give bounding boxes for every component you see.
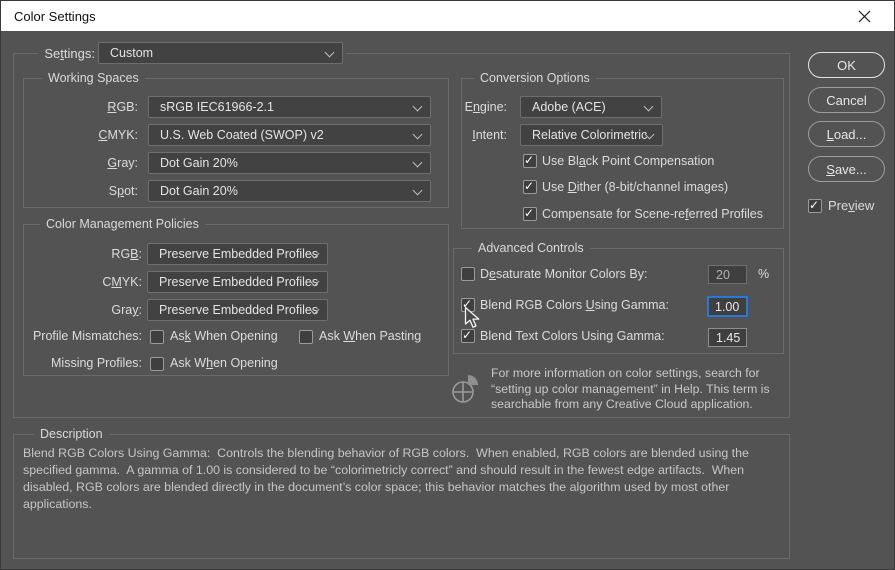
ask-when-pasting-checkbox[interactable]: ✓ [299, 330, 313, 344]
percent-label: % [758, 267, 770, 281]
preview-checkbox[interactable]: ✓ [808, 199, 822, 213]
title-bar: Color Settings [1, 1, 894, 31]
desaturate-checkbox[interactable]: ✓ [461, 267, 475, 281]
chevron-down-icon [412, 185, 423, 196]
close-icon [858, 10, 870, 22]
conversion-options-title: Conversion Options [474, 71, 596, 86]
gray-policy-select[interactable]: Preserve Embedded Profiles [147, 299, 328, 321]
cmyk-policy-select[interactable]: Preserve Embedded Profiles [147, 271, 328, 293]
mouse-cursor [464, 306, 480, 328]
scene-referred-label: Compensate for Scene-referred Profiles [542, 207, 763, 221]
use-dither-label: Use Dither (8-bit/channel images) [542, 180, 729, 194]
description-group: Description Blend RGB Colors Using Gamma… [13, 427, 790, 559]
cmyk-working-space-select[interactable]: U.S. Web Coated (SWOP) v2 [148, 124, 431, 146]
ask-when-opening-mismatch-checkbox[interactable]: ✓ [150, 330, 164, 344]
color-management-policies-group: Color Management Policies RGB: Preserve … [23, 217, 449, 376]
settings-row: Settings: Custom [37, 41, 347, 67]
load-button[interactable]: Load... [808, 121, 885, 147]
conversion-options-group: Conversion Options Engine: Adobe (ACE) I… [461, 71, 784, 229]
engine-select[interactable]: Adobe (ACE) [520, 96, 662, 118]
gray-working-space-select[interactable]: Dot Gain 20% [148, 152, 431, 174]
ask-when-pasting-label: Ask When Pasting [319, 329, 422, 343]
chevron-down-icon [412, 129, 423, 140]
preview-label: Preview [828, 198, 875, 213]
cmyk-policy-label: CMYK: [102, 275, 142, 289]
spot-working-space-label: Spot: [108, 184, 138, 198]
save-button[interactable]: Save... [808, 156, 885, 182]
settings-value: Custom [110, 46, 154, 60]
chevron-down-icon [324, 47, 335, 58]
rgb-working-space-select[interactable]: sRGB IEC61966-2.1 [148, 96, 431, 118]
check-icon: ✓ [809, 198, 820, 212]
info-text: For more information on color settings, … [491, 366, 770, 411]
advanced-controls-group: Advanced Controls ✓ Desaturate Monitor C… [453, 241, 784, 354]
policies-title: Color Management Policies [40, 217, 205, 232]
color-wheel-icon [452, 375, 478, 403]
chevron-down-icon [643, 101, 654, 112]
desaturate-percent-input[interactable]: 20 [708, 265, 747, 284]
scene-referred-checkbox[interactable]: ✓ [523, 207, 537, 221]
check-icon: ✓ [524, 179, 535, 193]
ok-button[interactable]: OK [808, 52, 885, 78]
chevron-down-icon [412, 101, 423, 112]
rgb-policy-label: RGB: [111, 247, 142, 261]
cancel-button[interactable]: Cancel [808, 87, 885, 113]
engine-label: Engine: [464, 100, 507, 114]
missing-profiles-label: Missing Profiles: [51, 356, 142, 370]
cmyk-working-space-label: CMYK: [98, 128, 138, 142]
close-button[interactable] [842, 1, 886, 31]
color-settings-dialog: Color Settings Settings: Custom Working … [0, 0, 895, 570]
description-title: Description [34, 427, 109, 442]
rgb-working-space-label: RGB: [107, 100, 138, 114]
use-dither-checkbox[interactable]: ✓ [523, 180, 537, 194]
working-spaces-group: Working Spaces RGB: sRGB IEC61966-2.1 CM… [23, 71, 449, 208]
gray-working-space-label: Gray: [107, 156, 138, 170]
blend-rgb-gamma-label: Blend RGB Colors Using Gamma: [480, 298, 669, 312]
settings-label: Settings: [44, 46, 95, 61]
settings-select[interactable]: Custom [98, 42, 343, 64]
black-point-compensation-checkbox[interactable]: ✓ [523, 154, 537, 168]
black-point-compensation-label: Use Black Point Compensation [542, 154, 715, 168]
description-text: Blend RGB Colors Using Gamma: Controls t… [23, 446, 753, 511]
check-icon: ✓ [462, 328, 473, 342]
ask-when-opening-missing-checkbox[interactable]: ✓ [150, 357, 164, 371]
blend-text-gamma-input[interactable]: 1.45 [708, 328, 747, 347]
advanced-controls-title: Advanced Controls [472, 241, 590, 256]
check-icon: ✓ [524, 153, 535, 167]
working-spaces-title: Working Spaces [42, 71, 145, 86]
spot-working-space-select[interactable]: Dot Gain 20% [148, 180, 431, 202]
blend-text-gamma-checkbox[interactable]: ✓ [461, 329, 475, 343]
ask-when-opening-missing-label: Ask When Opening [170, 356, 278, 370]
intent-label: Intent: [472, 128, 507, 142]
desaturate-label: Desaturate Monitor Colors By: [480, 267, 648, 281]
profile-mismatches-label: Profile Mismatches: [32, 329, 142, 343]
rgb-policy-select[interactable]: Preserve Embedded Profiles [147, 243, 328, 265]
chevron-down-icon [412, 157, 423, 168]
ask-when-opening-mismatch-label: Ask When Opening [170, 329, 278, 343]
intent-select[interactable]: Relative Colorimetric [520, 124, 663, 146]
blend-text-gamma-label: Blend Text Colors Using Gamma: [480, 329, 665, 343]
gray-policy-label: Gray: [111, 303, 142, 317]
check-icon: ✓ [524, 206, 535, 220]
blend-rgb-gamma-input[interactable]: 1.00 [707, 296, 748, 317]
window-title: Color Settings [14, 9, 96, 24]
